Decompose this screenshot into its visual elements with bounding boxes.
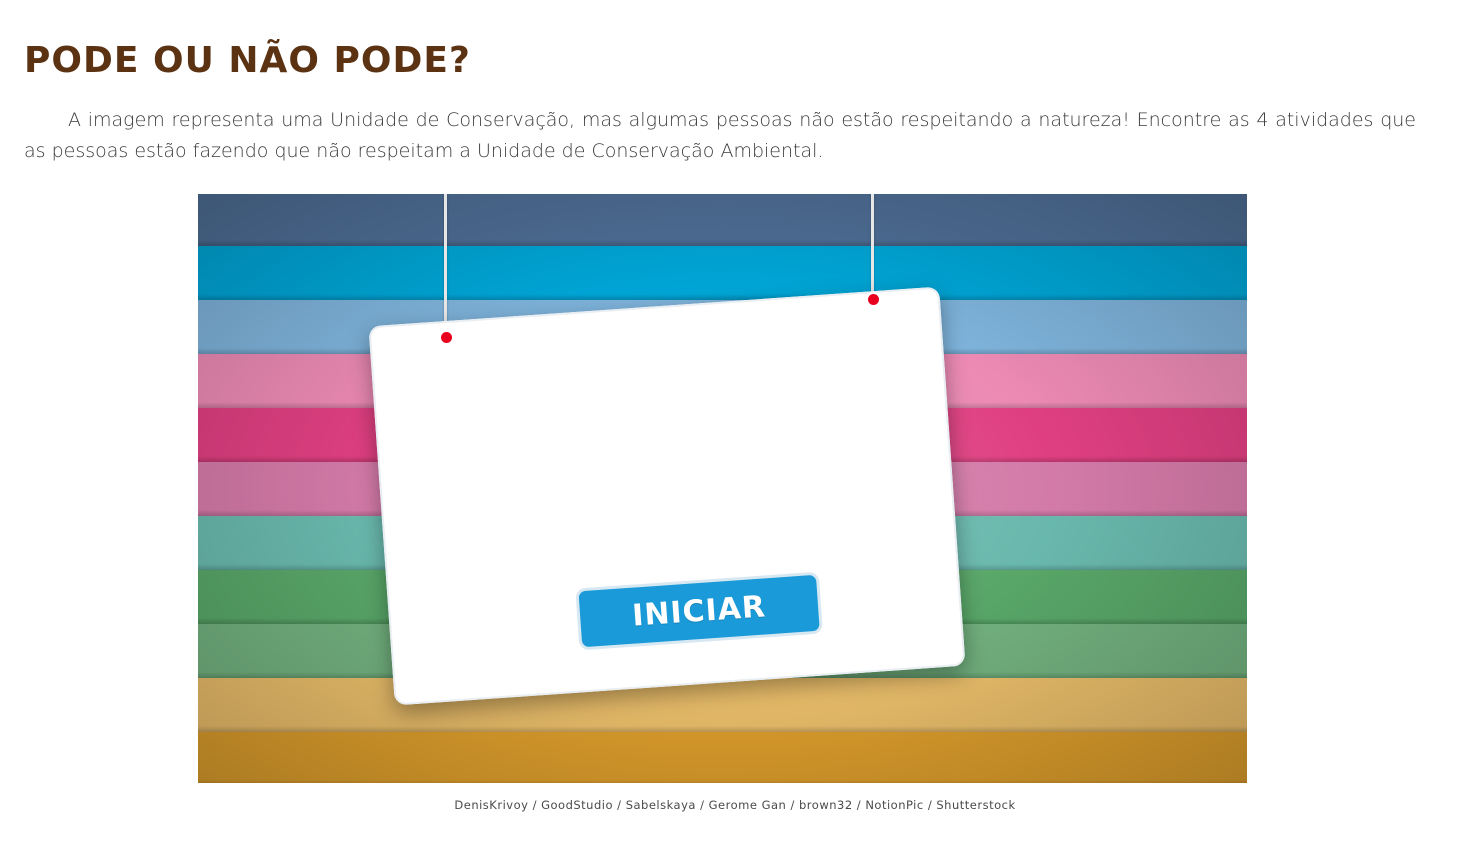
activity-stage: INICIAR <box>198 194 1247 783</box>
start-button[interactable]: INICIAR <box>575 571 823 651</box>
hanging-string-right <box>871 194 874 298</box>
background-stripe <box>198 732 1247 783</box>
background-stripe <box>198 678 1247 732</box>
background-stripe <box>198 246 1247 300</box>
image-credits: DenisKrivoy / GoodStudio / Sabelskaya / … <box>454 798 1016 812</box>
hanging-string-left <box>444 194 447 336</box>
background-stripe <box>198 194 1247 246</box>
hanging-board: INICIAR <box>368 286 966 706</box>
intro-paragraph: A imagem representa uma Unidade de Conse… <box>24 109 1416 162</box>
page-title: PODE OU NÃO PODE? <box>24 40 471 81</box>
pin-left-icon <box>441 332 452 343</box>
pin-right-icon <box>868 294 879 305</box>
